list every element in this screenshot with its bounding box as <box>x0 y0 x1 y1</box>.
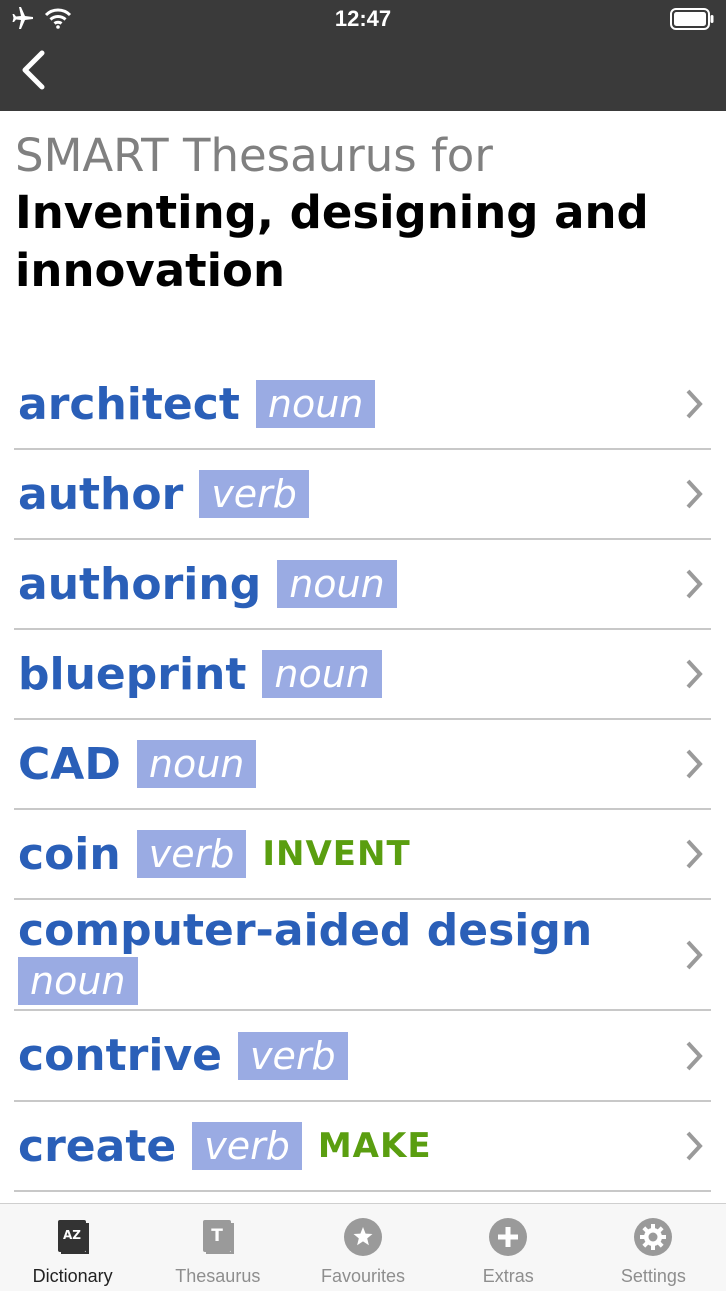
part-of-speech-badge: noun <box>136 740 257 788</box>
star-icon <box>344 1218 382 1256</box>
guide-word: MAKE <box>317 1126 432 1166</box>
chevron-right-icon <box>686 479 703 509</box>
tab-settings[interactable]: Settings <box>581 1204 726 1291</box>
entry-word: computer-aided design <box>18 904 593 956</box>
gear-icon <box>634 1218 673 1256</box>
part-of-speech-badge: noun <box>277 560 397 608</box>
part-of-speech-badge: noun <box>18 956 138 1005</box>
page-title: Inventing, designing and innovation <box>15 186 649 297</box>
chevron-right-icon <box>686 749 703 779</box>
chevron-right-icon <box>686 569 703 599</box>
navigation-bar: 12:47 <box>0 0 726 111</box>
part-of-speech-badge: verb <box>136 830 247 878</box>
dictionary-icon-glyph: AZ <box>63 1228 81 1242</box>
tab-label: Settings <box>620 1266 686 1286</box>
entry-word: authoring <box>18 558 262 610</box>
tab-label: Extras <box>482 1266 534 1286</box>
tab-dictionary[interactable]: AZ Dictionary <box>0 1204 145 1291</box>
entry-word: author <box>18 468 184 520</box>
dictionary-icon: AZ <box>57 1220 89 1254</box>
entry-word: architect <box>18 378 240 430</box>
part-of-speech-badge: noun <box>262 650 382 698</box>
tab-label: Thesaurus <box>175 1266 261 1286</box>
part-of-speech-badge: noun <box>255 380 376 428</box>
thesaurus-entry-list: architect noun author verb authoring nou… <box>14 360 711 1192</box>
thesaurus-icon-glyph: T <box>211 1226 223 1246</box>
page-heading: SMART Thesaurus for Inventing, designing… <box>15 128 715 300</box>
list-item-computer-aided-design[interactable]: computer-aided design noun <box>14 900 711 1011</box>
tab-bar: AZ Dictionary T Thesaurus Favourites Ext… <box>0 1203 726 1291</box>
entry-word: CAD <box>18 738 121 790</box>
chevron-right-icon <box>686 389 703 419</box>
battery-icon <box>670 8 714 34</box>
page-subtitle: SMART Thesaurus for <box>15 129 493 182</box>
chevron-right-icon <box>686 1131 703 1161</box>
back-button[interactable] <box>18 50 58 94</box>
status-time: 12:47 <box>334 6 392 31</box>
entry-word: create <box>18 1120 177 1172</box>
entry-word: coin <box>18 828 121 880</box>
thesaurus-icon: T <box>202 1220 234 1254</box>
entry-word: contrive <box>18 1030 222 1081</box>
plus-icon <box>489 1218 528 1256</box>
list-item-coin[interactable]: coin verb INVENT <box>14 810 711 900</box>
chevron-right-icon <box>686 659 703 689</box>
list-item-author[interactable]: author verb <box>14 450 711 540</box>
part-of-speech-badge: verb <box>199 470 309 518</box>
list-item-create[interactable]: create verb MAKE <box>14 1102 711 1192</box>
entry-word: blueprint <box>18 648 247 700</box>
tab-label: Dictionary <box>32 1266 113 1286</box>
chevron-left-icon <box>22 50 45 90</box>
list-item-blueprint[interactable]: blueprint noun <box>14 630 711 720</box>
list-item-cad[interactable]: CAD noun <box>14 720 711 810</box>
tab-label: Favourites <box>320 1266 406 1286</box>
tab-thesaurus[interactable]: T Thesaurus <box>145 1204 290 1291</box>
chevron-right-icon <box>686 1041 703 1070</box>
part-of-speech-badge: verb <box>192 1122 302 1170</box>
chevron-right-icon <box>686 839 703 869</box>
part-of-speech-badge: verb <box>237 1031 348 1080</box>
tab-extras[interactable]: Extras <box>436 1204 581 1291</box>
chevron-right-icon <box>686 940 703 969</box>
list-item-architect[interactable]: architect noun <box>14 360 711 450</box>
tab-favourites[interactable]: Favourites <box>290 1204 435 1291</box>
guide-word: INVENT <box>262 834 411 874</box>
list-item-authoring[interactable]: authoring noun <box>14 540 711 630</box>
list-item-contrive[interactable]: contrive verb <box>14 1011 711 1102</box>
